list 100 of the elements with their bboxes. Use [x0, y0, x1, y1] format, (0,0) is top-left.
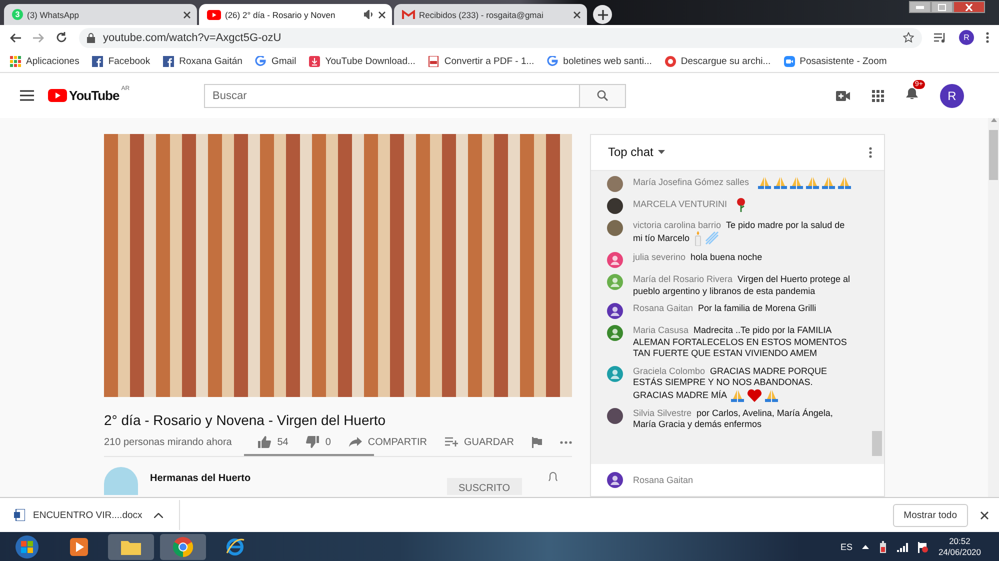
subscribed-button[interactable]: SUSCRITO [446, 478, 522, 495]
bookmark-link[interactable]: YouTube Download... [309, 56, 416, 66]
star-icon[interactable] [903, 32, 914, 43]
document-icon [428, 56, 440, 66]
chat-message: Maria Casusa Madrecita ..Te pido por la FAMILIA ALEMAN FORTALECELOS EN ESTOS MOMENTOS TAN FUERTE QUE ESTAN VIVIENDO AMEM [633, 325, 848, 360]
chrome-icon [173, 537, 193, 557]
scrollbar-thumb[interactable] [989, 130, 998, 180]
bookmark-link[interactable]: Facebook [92, 56, 150, 66]
profile-avatar[interactable]: R [959, 30, 974, 45]
search-button[interactable] [580, 84, 626, 108]
bookmark-link[interactable]: Posasistente - Zoom [784, 56, 887, 66]
thumbs-up-icon [258, 436, 272, 448]
comet-icon [704, 231, 719, 246]
more-horizontal-icon[interactable] [560, 440, 572, 444]
g-letter-icon [547, 56, 558, 66]
bookmark-link[interactable]: boletines web santi... [547, 56, 652, 66]
new-tab-button[interactable] [593, 5, 612, 24]
caret-up-icon[interactable] [154, 512, 163, 518]
channel-name[interactable]: Hermanas del Huerto [150, 473, 434, 484]
dislike-button[interactable]: 0 [306, 436, 331, 448]
clock-date[interactable]: 24/06/2020 [938, 547, 981, 558]
praying-hands-icon [822, 176, 836, 189]
save-button[interactable]: GUARDAR [444, 436, 514, 448]
browser-tab[interactable]: Recibidos (233) - rosgaita@gmai [394, 4, 587, 25]
bookmark-link[interactable]: Aplicaciones [10, 56, 80, 66]
bookmark-link[interactable]: Convertir a PDF - 1... [428, 56, 534, 66]
flag-icon[interactable] [918, 542, 928, 552]
lock-icon [87, 32, 95, 42]
more-vertical-icon[interactable] [869, 146, 872, 158]
praying-hands-icon [806, 176, 820, 189]
maximize-button[interactable] [931, 1, 953, 13]
close-icon [980, 510, 989, 520]
close-icon [965, 4, 973, 10]
media-queue-icon[interactable] [934, 32, 947, 42]
scrollbar-thumb[interactable] [872, 431, 882, 456]
bell-icon[interactable] [906, 86, 918, 100]
share-button[interactable]: COMPARTIR [348, 436, 427, 448]
close-icon[interactable] [378, 10, 386, 18]
close-icon[interactable] [573, 10, 581, 18]
facebook-f-icon [92, 56, 104, 66]
bookmark-link[interactable]: Roxana Gaitán [163, 56, 242, 66]
thumbs-down-icon [306, 436, 320, 448]
chat-message: julia severino hola buena noche [633, 252, 764, 264]
windows-orb-icon [15, 535, 39, 559]
viewer-count: 210 personas mirando ahora [104, 436, 233, 448]
close-icon[interactable] [183, 10, 191, 18]
heart-icon [747, 388, 762, 402]
rose-icon [736, 198, 746, 212]
show-all-button[interactable]: Mostrar todo [892, 504, 968, 526]
play-logo-icon [48, 89, 67, 102]
download-item[interactable]: ENCUENTRO VIR....docx [14, 509, 154, 521]
minimize-button[interactable] [909, 1, 931, 13]
address-bar[interactable]: youtube.com/watch?v=Axgct5G-ozU [79, 28, 922, 48]
search-icon [596, 90, 608, 101]
bell-icon[interactable] [548, 471, 558, 481]
browser-tab[interactable]: 3 (3) WhatsApp [4, 4, 197, 25]
chat-message: MARCELA VENTURINI [633, 198, 855, 214]
chat-message: Graciela Colombo GRACIAS MADRE PORQUE ESTÁS SIEMPRE Y NO NOS ABANDONAS. GRACIAS MADRE MÍA [633, 366, 828, 402]
bookmark-link[interactable]: Descargue su archi... [664, 56, 771, 66]
caret-icon [658, 150, 666, 154]
video-camera-plus-icon[interactable] [836, 90, 850, 100]
praying-hands-icon [731, 388, 744, 402]
e-letter-icon [225, 537, 245, 557]
language-indicator[interactable]: ES [840, 542, 852, 552]
clock-time[interactable]: 20:52 [949, 536, 970, 547]
media-player-icon [70, 538, 88, 556]
chat-message: María del Rosario Rivera Virgen del Huerto protege al pueblo argentino y libranos de esta pandemia [633, 274, 851, 298]
folder-icon [121, 539, 141, 555]
signal-bars-icon[interactable] [897, 542, 908, 552]
page-scrollbar[interactable] [988, 118, 999, 497]
video-camera-icon [784, 56, 795, 66]
plus-icon [598, 10, 608, 20]
chat-badge-icon: 3 [12, 9, 23, 20]
facebook-f-icon [163, 56, 174, 66]
menu-icon[interactable] [20, 90, 34, 101]
close-button[interactable] [953, 1, 985, 13]
add-to-list-icon [444, 437, 458, 447]
chat-message: María Josefina Gómez salles [633, 176, 855, 192]
reload-icon[interactable] [56, 32, 67, 43]
caret-up-icon[interactable] [862, 545, 870, 549]
chat-author: Rosana Gaitan [633, 475, 694, 485]
video-title: 2° día - Rosario y Novena - Virgen del Huerto [104, 412, 387, 428]
more-vertical-icon[interactable] [986, 32, 989, 43]
chat-message: victoria carolina barrio Te pido madre por la salud de mi tío Marcelo [633, 220, 855, 246]
g-letter-icon [255, 56, 266, 66]
search-field[interactable]: Buscar [204, 84, 580, 108]
battery-icon[interactable] [879, 541, 888, 553]
bookmark-link[interactable]: Gmail [255, 56, 296, 66]
profile-avatar[interactable]: R [940, 84, 964, 108]
video-frame-placeholder[interactable] [104, 134, 572, 397]
ring-icon [664, 56, 676, 66]
back-arrow-icon[interactable] [10, 32, 21, 42]
browser-tab[interactable]: (26) 2° día - Rosario y Noven [199, 4, 392, 25]
apps-grid-icon[interactable] [872, 90, 884, 102]
like-button[interactable]: 54 [258, 436, 288, 448]
praying-hands-icon [758, 176, 772, 189]
apps-grid-icon [10, 56, 21, 66]
chat-mode-dropdown[interactable]: Top chat [608, 145, 666, 160]
play-logo-icon [207, 10, 221, 20]
download-arrow-icon [309, 56, 320, 66]
